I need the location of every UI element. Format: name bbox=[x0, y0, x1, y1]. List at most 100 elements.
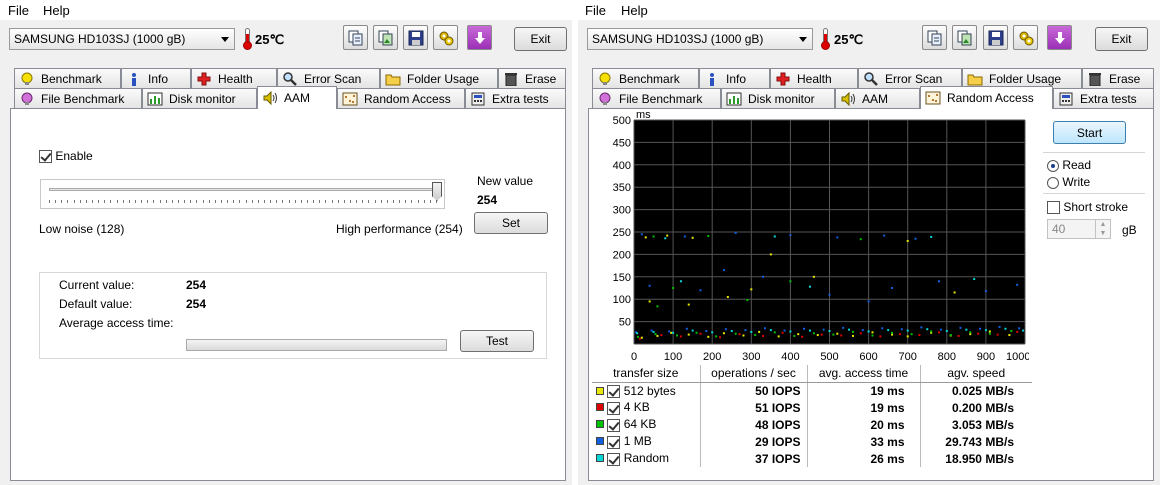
table-row: 512 bytes 50 IOPS 19 ms 0.025 MB/s bbox=[592, 382, 1032, 399]
menu-file[interactable]: File bbox=[585, 3, 606, 18]
data-point bbox=[871, 334, 874, 337]
spin-arrows-icon[interactable]: ▲ ▼ bbox=[1095, 220, 1110, 238]
tab-extra-tests[interactable]: Extra tests bbox=[1053, 88, 1154, 108]
aam-slider[interactable] bbox=[40, 179, 445, 209]
menu-bar: File Help bbox=[0, 0, 572, 20]
data-point bbox=[836, 236, 839, 239]
exit-button[interactable]: Exit bbox=[1095, 27, 1148, 51]
copy-text-button[interactable] bbox=[922, 25, 947, 50]
ops-cell: 48 IOPS bbox=[700, 416, 808, 433]
low-noise-label: Low noise (128) bbox=[39, 222, 125, 236]
stroke-size-stepper[interactable]: 40 ▲ ▼ bbox=[1047, 219, 1111, 239]
tab-health[interactable]: Health bbox=[191, 68, 277, 88]
tab-aam[interactable]: AAM bbox=[257, 86, 337, 109]
tab-folder-usage[interactable]: Folder Usage bbox=[380, 68, 498, 88]
slider-tick bbox=[251, 200, 253, 203]
tab-label: Disk monitor bbox=[169, 91, 236, 106]
write-radio-row[interactable]: Write bbox=[1047, 175, 1090, 189]
data-point bbox=[1016, 283, 1019, 286]
slider-tick bbox=[190, 200, 192, 203]
data-point bbox=[949, 334, 952, 337]
gears-icon bbox=[439, 31, 453, 45]
tab-error-scan[interactable]: Error Scan bbox=[277, 68, 380, 88]
size-cell: 4 KB bbox=[592, 399, 701, 416]
tab-erase[interactable]: Erase bbox=[1082, 68, 1154, 88]
tab-random-access[interactable]: Random Access bbox=[920, 86, 1053, 109]
series-checkbox[interactable] bbox=[607, 452, 621, 466]
table-row: 4 KB 51 IOPS 19 ms 0.200 MB/s bbox=[592, 399, 1032, 416]
slider-tick bbox=[61, 200, 63, 203]
menu-help[interactable]: Help bbox=[43, 3, 70, 18]
copy-text-button[interactable] bbox=[343, 25, 368, 50]
tab-error-scan[interactable]: Error Scan bbox=[858, 68, 962, 88]
tab-aam[interactable]: AAM bbox=[835, 88, 920, 108]
download-button[interactable] bbox=[467, 25, 492, 50]
short-stroke-row[interactable]: Short stroke bbox=[1047, 200, 1128, 215]
data-point bbox=[812, 275, 815, 278]
options-button[interactable] bbox=[433, 25, 458, 50]
tab-health[interactable]: Health bbox=[770, 68, 858, 88]
data-point bbox=[687, 303, 690, 306]
tab-label: Benchmark bbox=[619, 71, 680, 86]
series-checkbox[interactable] bbox=[607, 401, 621, 415]
menu-file[interactable]: File bbox=[8, 3, 29, 18]
set-button[interactable]: Set bbox=[474, 212, 548, 234]
menu-help[interactable]: Help bbox=[621, 3, 648, 18]
series-checkbox[interactable] bbox=[607, 418, 621, 432]
tab-erase[interactable]: Erase bbox=[498, 68, 566, 88]
drive-dropdown[interactable]: SAMSUNG HD103SJ (1000 gB) bbox=[587, 28, 813, 50]
slider-track bbox=[49, 188, 436, 191]
tab-disk-monitor[interactable]: Disk monitor bbox=[142, 88, 257, 108]
slider-tick bbox=[73, 200, 75, 203]
tab-random-access[interactable]: Random Access bbox=[337, 88, 465, 108]
start-button[interactable]: Start bbox=[1053, 121, 1126, 144]
results-table: transfer size operations / sec avg. acce… bbox=[592, 365, 1032, 467]
tab-benchmark[interactable]: Benchmark bbox=[592, 68, 699, 88]
speed-cell: 18.950 MB/s bbox=[945, 451, 1014, 466]
y-tick-label: 350 bbox=[613, 182, 631, 194]
tab-label: Health bbox=[218, 71, 253, 86]
x-tick-label: 1000gB bbox=[1006, 351, 1029, 361]
bar-chart-icon bbox=[147, 92, 163, 106]
tab-disk-monitor[interactable]: Disk monitor bbox=[721, 88, 835, 108]
exit-button[interactable]: Exit bbox=[514, 27, 567, 51]
slider-thumb[interactable] bbox=[432, 182, 442, 201]
read-radio-row[interactable]: Read bbox=[1047, 158, 1091, 172]
tab-info[interactable]: Info bbox=[699, 68, 770, 88]
data-point bbox=[1022, 329, 1025, 332]
save-button[interactable] bbox=[403, 25, 428, 50]
slider-tick bbox=[380, 200, 382, 203]
copy-screenshot-button[interactable] bbox=[952, 25, 977, 50]
series-checkbox[interactable] bbox=[607, 384, 621, 398]
calculator-icon bbox=[470, 92, 486, 106]
data-point bbox=[879, 335, 882, 338]
tab-benchmark[interactable]: Benchmark bbox=[14, 68, 121, 88]
slider-tick bbox=[214, 200, 216, 203]
tab-file-benchmark[interactable]: File Benchmark bbox=[592, 88, 721, 108]
copy-screenshot-button[interactable] bbox=[373, 25, 398, 50]
read-radio[interactable] bbox=[1047, 159, 1059, 172]
data-point bbox=[707, 235, 710, 238]
download-button[interactable] bbox=[1047, 25, 1072, 50]
series-checkbox[interactable] bbox=[607, 435, 621, 449]
drive-dropdown[interactable]: SAMSUNG HD103SJ (1000 gB) bbox=[9, 28, 235, 50]
data-point bbox=[699, 332, 702, 335]
test-button[interactable]: Test bbox=[460, 330, 534, 352]
left-window: File Help SAMSUNG HD103SJ (1000 gB) 25℃ … bbox=[0, 0, 572, 485]
write-radio[interactable] bbox=[1047, 176, 1059, 189]
tab-label: Extra tests bbox=[1080, 91, 1137, 106]
options-button[interactable] bbox=[1013, 25, 1038, 50]
tab-extra-tests[interactable]: Extra tests bbox=[465, 88, 566, 108]
short-stroke-checkbox[interactable] bbox=[1047, 201, 1060, 215]
save-button[interactable] bbox=[983, 25, 1008, 50]
data-point bbox=[988, 330, 991, 333]
enable-checkbox-row[interactable]: Enable bbox=[39, 149, 93, 164]
data-point bbox=[763, 327, 766, 330]
slider-tick bbox=[184, 200, 186, 203]
x-tick-label: 800 bbox=[938, 351, 956, 361]
slider-tick bbox=[79, 200, 81, 203]
tab-file-benchmark[interactable]: File Benchmark bbox=[14, 88, 142, 108]
tab-folder-usage[interactable]: Folder Usage bbox=[962, 68, 1082, 88]
enable-checkbox[interactable] bbox=[39, 150, 52, 164]
tab-info[interactable]: Info bbox=[121, 68, 191, 88]
